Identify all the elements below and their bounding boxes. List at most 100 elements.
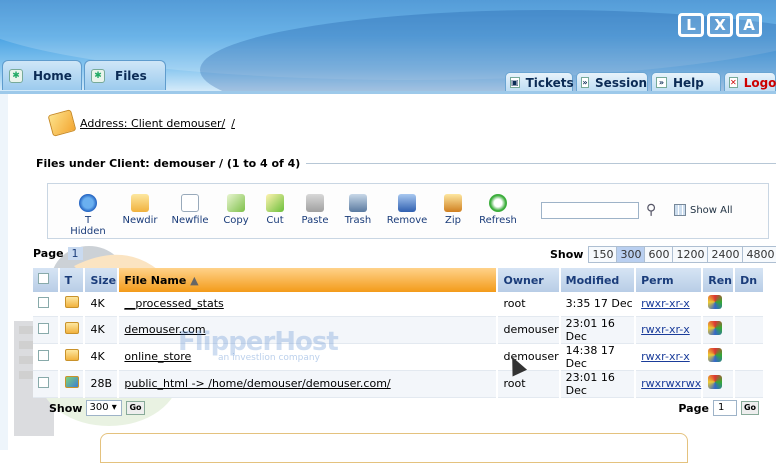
file-name-link[interactable]: public_html -> /home/demouser/demouser.c… bbox=[124, 377, 390, 390]
show-label: Show bbox=[49, 401, 83, 415]
show-select[interactable]: 300 ▾ bbox=[86, 400, 123, 416]
zip-button[interactable]: Zip bbox=[442, 194, 464, 226]
session-icon: » bbox=[581, 77, 590, 88]
bottom-panel bbox=[100, 433, 688, 463]
show-option[interactable]: 600 bbox=[644, 246, 674, 263]
tab-files[interactable]: ✱ Files bbox=[84, 60, 166, 90]
modified-cell: 23:01 16 Dec bbox=[559, 370, 637, 398]
col-owner[interactable]: Owner bbox=[497, 268, 561, 292]
tab-logout[interactable]: ✕ Logou bbox=[724, 72, 776, 92]
remove-icon bbox=[398, 194, 416, 212]
address-root-link[interactable]: / bbox=[231, 117, 235, 130]
rename-icon[interactable] bbox=[708, 348, 723, 362]
section-header: Files under Client: demouser / (1 to 4 o… bbox=[36, 157, 776, 170]
button-label: Remove bbox=[386, 215, 428, 226]
button-label: Trash bbox=[344, 215, 372, 226]
new-folder-icon bbox=[131, 194, 149, 212]
row-checkbox[interactable] bbox=[38, 322, 49, 334]
folder-icon bbox=[64, 322, 79, 334]
page-input[interactable]: 1 bbox=[712, 400, 737, 416]
rename-icon[interactable] bbox=[708, 321, 723, 335]
tab-help[interactable]: » Help bbox=[651, 72, 721, 92]
table-row: 28B public_html -> /home/demouser/demous… bbox=[33, 370, 765, 398]
address-link[interactable]: Address: Client demouser/ bbox=[80, 117, 225, 130]
help-icon: » bbox=[656, 77, 667, 88]
perm-link[interactable]: rwxrwxrwx bbox=[641, 377, 701, 390]
tab-tickets[interactable]: ▣ Tickets bbox=[505, 72, 574, 92]
left-margin bbox=[0, 94, 8, 450]
t-hidden-button[interactable]: T Hidden bbox=[68, 194, 108, 237]
new-file-icon bbox=[181, 194, 199, 212]
files-tab-icon: ✱ bbox=[91, 68, 105, 83]
page-label: Page bbox=[678, 401, 709, 415]
table-row: 4K __processed_stats root 3:35 17 Dec rw… bbox=[33, 292, 765, 317]
copy-button[interactable]: Copy bbox=[220, 194, 252, 226]
show-option[interactable]: 4800 bbox=[742, 246, 776, 263]
newfile-button[interactable]: Newfile bbox=[170, 194, 210, 226]
search-icon[interactable]: ⚲ bbox=[646, 202, 656, 218]
row-checkbox[interactable] bbox=[38, 296, 49, 308]
modified-cell: 3:35 17 Dec bbox=[559, 292, 637, 317]
show-option[interactable]: 2400 bbox=[707, 246, 744, 263]
show-count-selector: Show 150 300 600 1200 2400 4800 bbox=[550, 246, 776, 263]
show-select-value: 300 bbox=[89, 402, 109, 413]
show-option[interactable]: 150 bbox=[588, 246, 618, 263]
col-size[interactable]: Size bbox=[84, 268, 120, 292]
logo-letter: L bbox=[678, 13, 704, 37]
button-label: Cut bbox=[266, 215, 284, 226]
dn-cell bbox=[734, 316, 765, 344]
tickets-icon: ▣ bbox=[510, 77, 520, 88]
perm-link[interactable]: rwxr-xr-x bbox=[641, 350, 690, 363]
select-all-header bbox=[33, 268, 60, 292]
remove-button[interactable]: Remove bbox=[386, 194, 428, 226]
col-ren: Ren bbox=[702, 268, 736, 292]
table-header-row: T Size File Name ▲ Owner Modified Perm R… bbox=[33, 268, 765, 292]
rename-icon[interactable] bbox=[708, 375, 723, 389]
perm-link[interactable]: rwxr-xr-x bbox=[641, 297, 690, 310]
chevron-down-icon: ▾ bbox=[111, 402, 117, 413]
folder-icon bbox=[64, 296, 79, 309]
select-all-checkbox[interactable] bbox=[38, 273, 49, 284]
tab-session[interactable]: » Session bbox=[576, 72, 648, 92]
dn-cell bbox=[734, 343, 765, 371]
newdir-button[interactable]: Newdir bbox=[122, 194, 158, 226]
eye-refresh-icon bbox=[79, 194, 97, 212]
grid-icon bbox=[674, 204, 686, 216]
button-label: Refresh bbox=[479, 215, 517, 226]
perm-link[interactable]: rwxr-xr-x bbox=[641, 323, 690, 336]
paste-icon bbox=[306, 194, 324, 212]
refresh-icon bbox=[489, 194, 507, 212]
show-go-button[interactable]: Go bbox=[126, 401, 145, 415]
flipperhost-watermark: FlipperHost an investlion company bbox=[178, 327, 339, 363]
paste-button[interactable]: Paste bbox=[300, 194, 330, 226]
file-name-link[interactable]: __processed_stats bbox=[124, 297, 223, 310]
show-label: Show bbox=[550, 248, 584, 261]
row-checkbox[interactable] bbox=[38, 349, 49, 361]
logo-letter: A bbox=[736, 13, 762, 37]
rename-icon[interactable] bbox=[708, 295, 723, 310]
tab-label: Tickets bbox=[525, 75, 574, 90]
trash-button[interactable]: Trash bbox=[343, 194, 373, 226]
search-input[interactable] bbox=[541, 202, 639, 219]
col-perm[interactable]: Perm bbox=[635, 268, 704, 292]
col-type[interactable]: T bbox=[58, 268, 86, 292]
show-all-button[interactable]: Show All bbox=[674, 204, 733, 216]
tab-home[interactable]: ✱ Home bbox=[2, 60, 82, 90]
col-modified[interactable]: Modified bbox=[559, 268, 637, 292]
home-tab-icon: ✱ bbox=[9, 68, 23, 83]
refresh-button[interactable]: Refresh bbox=[478, 194, 518, 226]
row-checkbox[interactable] bbox=[38, 376, 49, 388]
folder-icon bbox=[64, 349, 79, 361]
col-file-name[interactable]: File Name ▲ bbox=[118, 268, 499, 292]
file-toolbar: T Hidden Newdir Newfile Copy Cut Paste T… bbox=[47, 183, 769, 239]
page-go-button[interactable]: Go bbox=[740, 401, 759, 415]
show-option-selected[interactable]: 300 bbox=[616, 246, 646, 263]
cut-button[interactable]: Cut bbox=[262, 194, 288, 226]
button-label: Copy bbox=[223, 215, 249, 226]
watermark-subtitle: an investlion company bbox=[218, 353, 320, 363]
tab-label: Logou bbox=[743, 75, 776, 90]
page-number[interactable]: 1 bbox=[67, 247, 83, 260]
logo-letter: X bbox=[707, 13, 733, 37]
show-option[interactable]: 1200 bbox=[672, 246, 709, 263]
size-cell: 28B bbox=[84, 370, 120, 398]
